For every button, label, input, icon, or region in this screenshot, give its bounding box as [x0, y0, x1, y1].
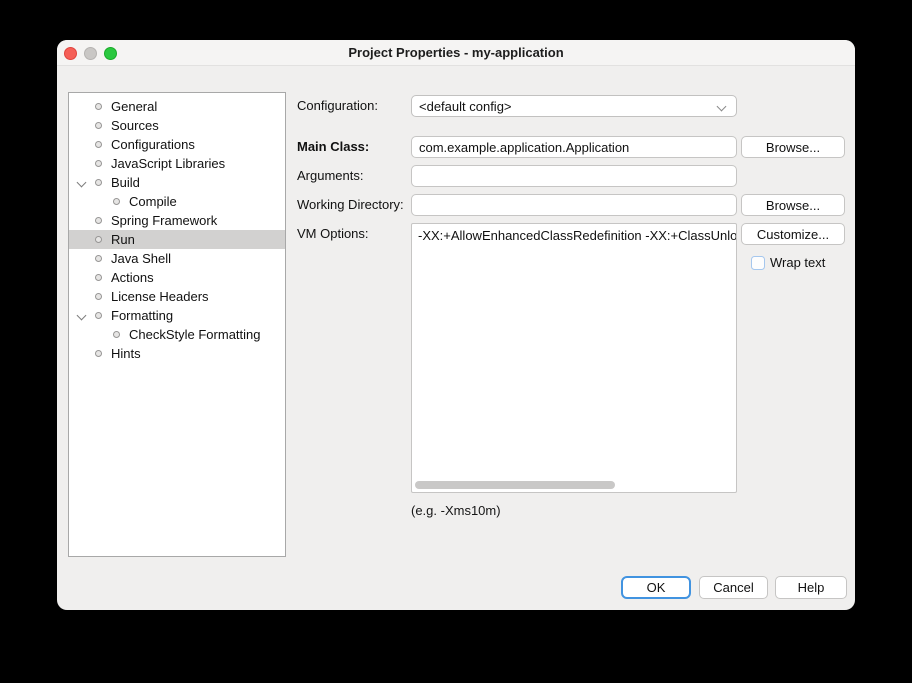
project-properties-dialog: Project Properties - my-application Cate… — [57, 40, 855, 610]
category-icon — [95, 179, 102, 186]
close-button[interactable] — [64, 47, 77, 60]
arguments-input[interactable] — [411, 165, 737, 187]
category-icon — [95, 274, 102, 281]
traffic-lights — [64, 47, 117, 60]
working-directory-browse-button[interactable]: Browse... — [741, 194, 845, 216]
tree-item-label: Hints — [111, 346, 141, 361]
working-directory-input[interactable] — [411, 194, 737, 216]
main-class-input[interactable] — [411, 136, 737, 158]
configuration-value: <default config> — [419, 99, 512, 114]
tree-item[interactable]: Hints — [69, 344, 285, 363]
titlebar[interactable]: Project Properties - my-application — [57, 40, 855, 66]
category-icon — [95, 217, 102, 224]
horizontal-scrollbar[interactable] — [415, 481, 615, 489]
main-class-label: Main Class: — [297, 139, 369, 154]
tree-item-label: License Headers — [111, 289, 209, 304]
tree-item-label: JavaScript Libraries — [111, 156, 225, 171]
tree-item-label: Configurations — [111, 137, 195, 152]
tree-item-label: CheckStyle Formatting — [129, 327, 261, 342]
help-button[interactable]: Help — [775, 576, 847, 599]
category-icon — [95, 122, 102, 129]
category-icon — [113, 198, 120, 205]
tree-item[interactable]: Formatting — [69, 306, 285, 325]
category-icon — [113, 331, 120, 338]
configuration-label: Configuration: — [297, 98, 378, 113]
wrap-text-checkbox[interactable] — [751, 256, 765, 270]
tree-item-label: Actions — [111, 270, 154, 285]
tree-item[interactable]: Actions — [69, 268, 285, 287]
category-icon — [95, 255, 102, 262]
tree-item-label: Spring Framework — [111, 213, 217, 228]
chevron-down-icon[interactable] — [75, 309, 89, 323]
tree-item-label: Java Shell — [111, 251, 171, 266]
tree-item-label: Run — [111, 232, 135, 247]
tree-item[interactable]: CheckStyle Formatting — [69, 325, 285, 344]
wrap-text-label: Wrap text — [770, 255, 825, 270]
desktop-background: Project Properties - my-application Cate… — [0, 0, 912, 683]
tree-item[interactable]: Configurations — [69, 135, 285, 154]
tree-item[interactable]: Run — [69, 230, 285, 249]
category-icon — [95, 350, 102, 357]
chevron-down-icon — [718, 103, 725, 110]
categories-tree[interactable]: General Sources Configurations — [68, 92, 286, 557]
vm-options-hint: (e.g. -Xms10m) — [411, 503, 501, 518]
main-class-browse-button[interactable]: Browse... — [741, 136, 845, 158]
tree-item-label: General — [111, 99, 157, 114]
tree-item-label: Sources — [111, 118, 159, 133]
tree-item[interactable]: JavaScript Libraries — [69, 154, 285, 173]
minimize-button[interactable] — [84, 47, 97, 60]
category-icon — [95, 236, 102, 243]
category-icon — [95, 103, 102, 110]
working-directory-label: Working Directory: — [297, 197, 404, 212]
vm-options-value: -XX:+AllowEnhancedClassRedefinition -XX:… — [412, 224, 736, 247]
tree-item[interactable]: Build — [69, 173, 285, 192]
tree-item-label: Formatting — [111, 308, 173, 323]
zoom-button[interactable] — [104, 47, 117, 60]
tree-item[interactable]: General — [69, 97, 285, 116]
configuration-select[interactable]: <default config> — [411, 95, 737, 117]
vm-options-textarea[interactable]: -XX:+AllowEnhancedClassRedefinition -XX:… — [411, 223, 737, 493]
tree-item-label: Compile — [129, 194, 177, 209]
chevron-down-icon[interactable] — [75, 176, 89, 190]
category-icon — [95, 312, 102, 319]
category-icon — [95, 141, 102, 148]
tree-item[interactable]: Spring Framework — [69, 211, 285, 230]
category-icon — [95, 293, 102, 300]
window-title: Project Properties - my-application — [57, 40, 855, 65]
cancel-button[interactable]: Cancel — [699, 576, 768, 599]
tree-item[interactable]: Sources — [69, 116, 285, 135]
arguments-label: Arguments: — [297, 168, 363, 183]
customize-button[interactable]: Customize... — [741, 223, 845, 245]
tree-item[interactable]: Compile — [69, 192, 285, 211]
ok-button[interactable]: OK — [621, 576, 691, 599]
tree-item-label: Build — [111, 175, 140, 190]
vm-options-label: VM Options: — [297, 226, 369, 241]
wrap-text-option[interactable]: Wrap text — [751, 255, 825, 270]
tree-item[interactable]: Java Shell — [69, 249, 285, 268]
tree-item[interactable]: License Headers — [69, 287, 285, 306]
category-icon — [95, 160, 102, 167]
